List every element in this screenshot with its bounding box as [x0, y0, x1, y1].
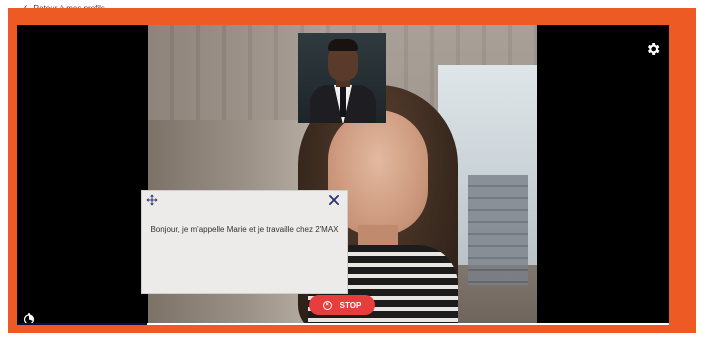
session-progress-bar [17, 323, 669, 325]
stop-button[interactable]: × STOP [309, 295, 375, 315]
video-stage: Bonjour, je m'appelle Marie et je travai… [17, 25, 669, 325]
top-bar [0, 0, 705, 8]
transcript-dialog: Bonjour, je m'appelle Marie et je travai… [141, 190, 348, 294]
move-icon[interactable] [146, 194, 158, 206]
close-icon[interactable] [327, 193, 341, 207]
stop-circle-icon: × [322, 300, 332, 310]
session-progress-fill [17, 323, 148, 325]
gear-icon[interactable] [645, 41, 661, 57]
stop-label: STOP [339, 300, 362, 310]
transcript-text: Bonjour, je m'appelle Marie et je travai… [150, 225, 339, 234]
interviewer-avatar [298, 33, 386, 123]
